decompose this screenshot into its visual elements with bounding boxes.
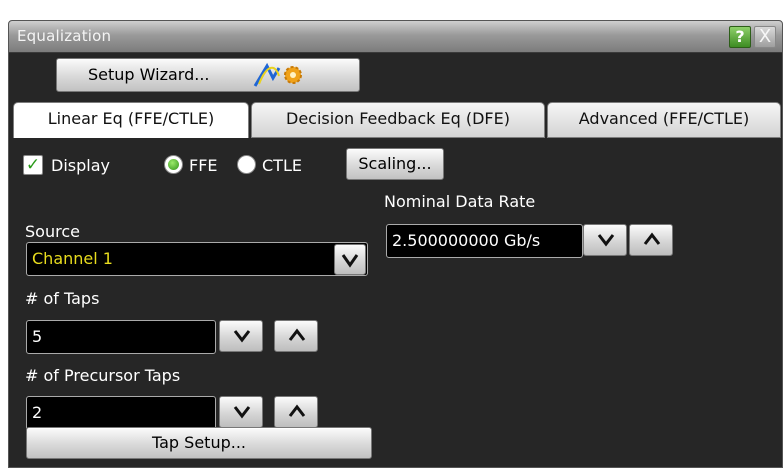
precursor-increment-button[interactable] (274, 396, 318, 428)
ffe-label: FFE (189, 156, 218, 175)
tab-bar: Linear Eq (FFE/CTLE) Decision Feedback E… (9, 102, 782, 140)
tab-decision-feedback-eq[interactable]: Decision Feedback Eq (DFE) (251, 102, 545, 138)
source-label: Source (25, 222, 80, 241)
wizard-waveform-gear-icon (253, 62, 302, 87)
dialog-title: Equalization (17, 27, 112, 45)
chevron-up-icon (288, 328, 306, 341)
chevron-down-icon (233, 330, 251, 343)
source-select[interactable]: Channel 1 (26, 242, 368, 276)
display-label: Display (51, 156, 110, 175)
chevron-down-icon (597, 234, 615, 247)
tap-setup-button[interactable]: Tap Setup... (26, 427, 372, 459)
help-button[interactable]: ? (729, 26, 751, 48)
equalization-dialog: Equalization ? X Setup Wizard... Linear … (8, 20, 783, 468)
title-bar[interactable]: Equalization ? X (9, 21, 782, 53)
precursor-taps-label: # of Precursor Taps (25, 366, 181, 385)
taps-increment-button[interactable] (274, 320, 318, 352)
source-dropdown-button[interactable] (334, 244, 366, 275)
setup-wizard-button[interactable]: Setup Wizard... (56, 58, 360, 92)
setup-wizard-label: Setup Wizard... (88, 65, 210, 84)
nominal-data-rate-label: Nominal Data Rate (384, 192, 536, 211)
tab-advanced[interactable]: Advanced (FFE/CTLE) (547, 102, 781, 138)
precursor-taps-field[interactable]: 2 (26, 396, 216, 430)
data-rate-decrement-button[interactable] (583, 224, 627, 256)
chevron-up-icon (643, 232, 661, 245)
precursor-decrement-button[interactable] (219, 396, 263, 428)
display-checkbox[interactable]: ✓ (23, 155, 43, 175)
data-rate-increment-button[interactable] (629, 224, 673, 256)
ctle-radio[interactable] (237, 155, 256, 174)
scaling-button[interactable]: Scaling... (346, 148, 444, 180)
ctle-label: CTLE (262, 156, 302, 175)
chevron-down-icon (341, 254, 359, 268)
ffe-radio[interactable] (164, 155, 183, 174)
linear-eq-panel: ✓ Display FFE CTLE Scaling... Nominal Da… (13, 138, 780, 467)
taps-label: # of Taps (25, 289, 100, 308)
taps-field[interactable]: 5 (26, 320, 216, 354)
chevron-down-icon (233, 406, 251, 419)
taps-decrement-button[interactable] (219, 320, 263, 352)
tab-linear-eq[interactable]: Linear Eq (FFE/CTLE) (13, 102, 249, 140)
close-button[interactable]: X (754, 26, 776, 48)
nominal-data-rate-field[interactable]: 2.500000000 Gb/s (386, 224, 583, 258)
chevron-up-icon (288, 404, 306, 417)
